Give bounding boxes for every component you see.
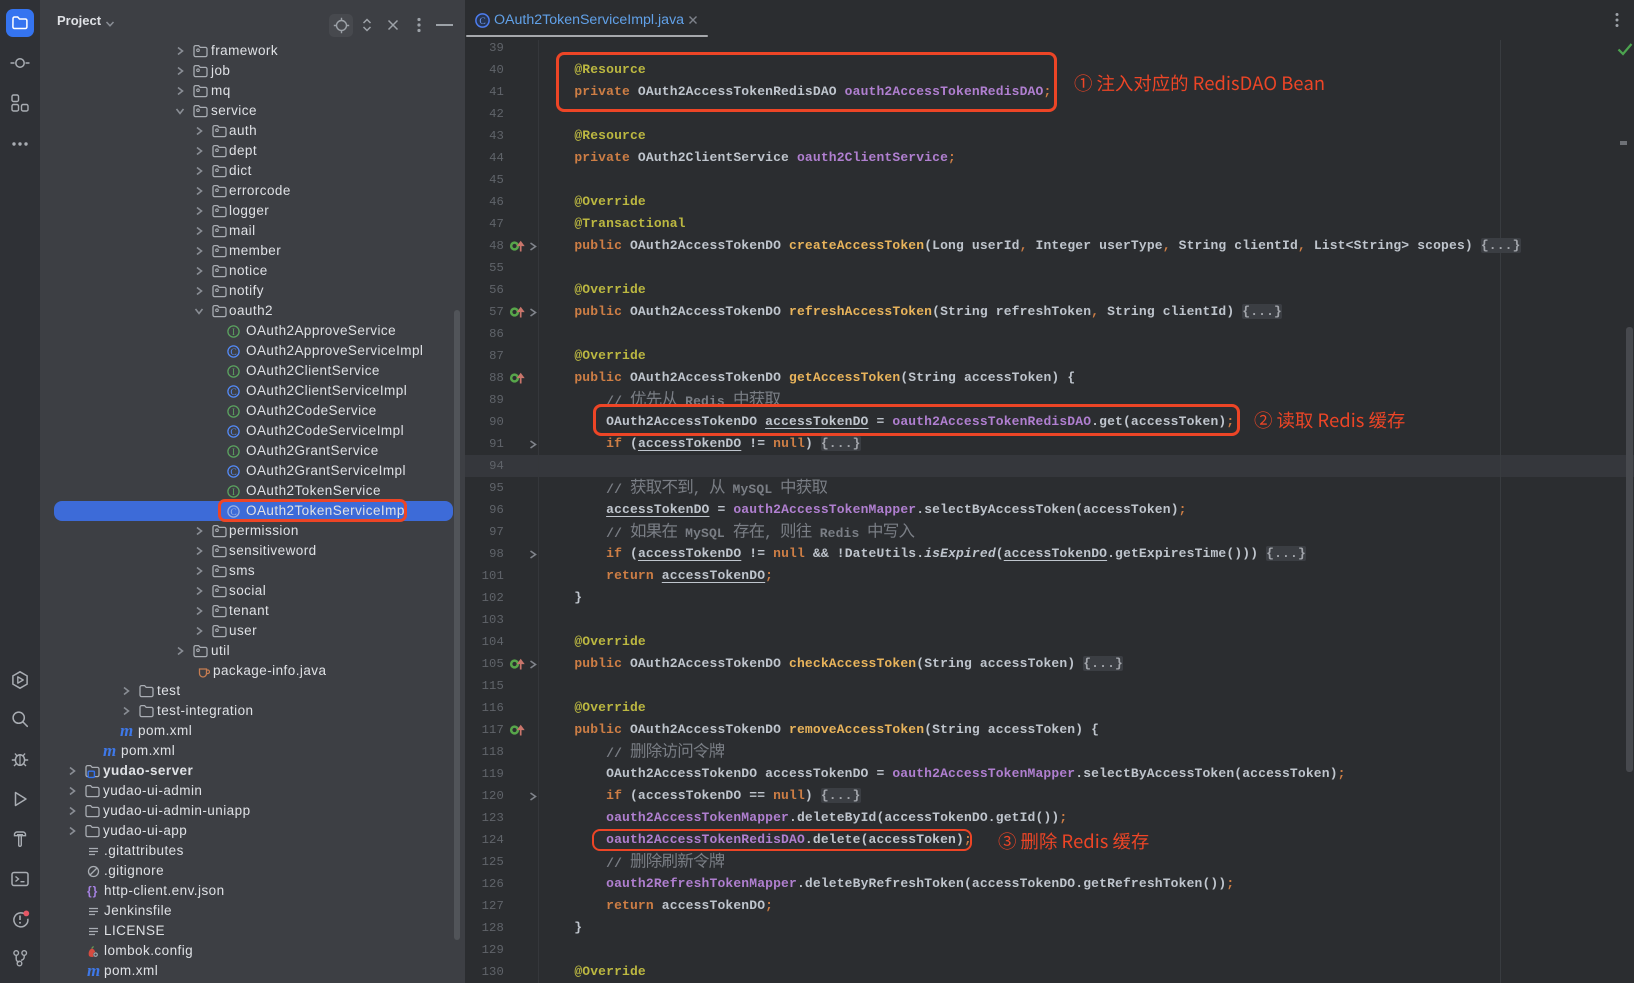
- svg-text:I: I: [232, 327, 235, 337]
- svg-text:C: C: [230, 467, 236, 477]
- svg-text:I: I: [232, 447, 235, 457]
- svg-text:C: C: [230, 347, 236, 357]
- svg-text:I: I: [232, 487, 235, 497]
- svg-text:C: C: [230, 427, 236, 437]
- svg-text:C: C: [230, 387, 236, 397]
- svg-text:I: I: [232, 367, 235, 377]
- svg-text:I: I: [232, 407, 235, 417]
- svg-text:C: C: [479, 17, 485, 27]
